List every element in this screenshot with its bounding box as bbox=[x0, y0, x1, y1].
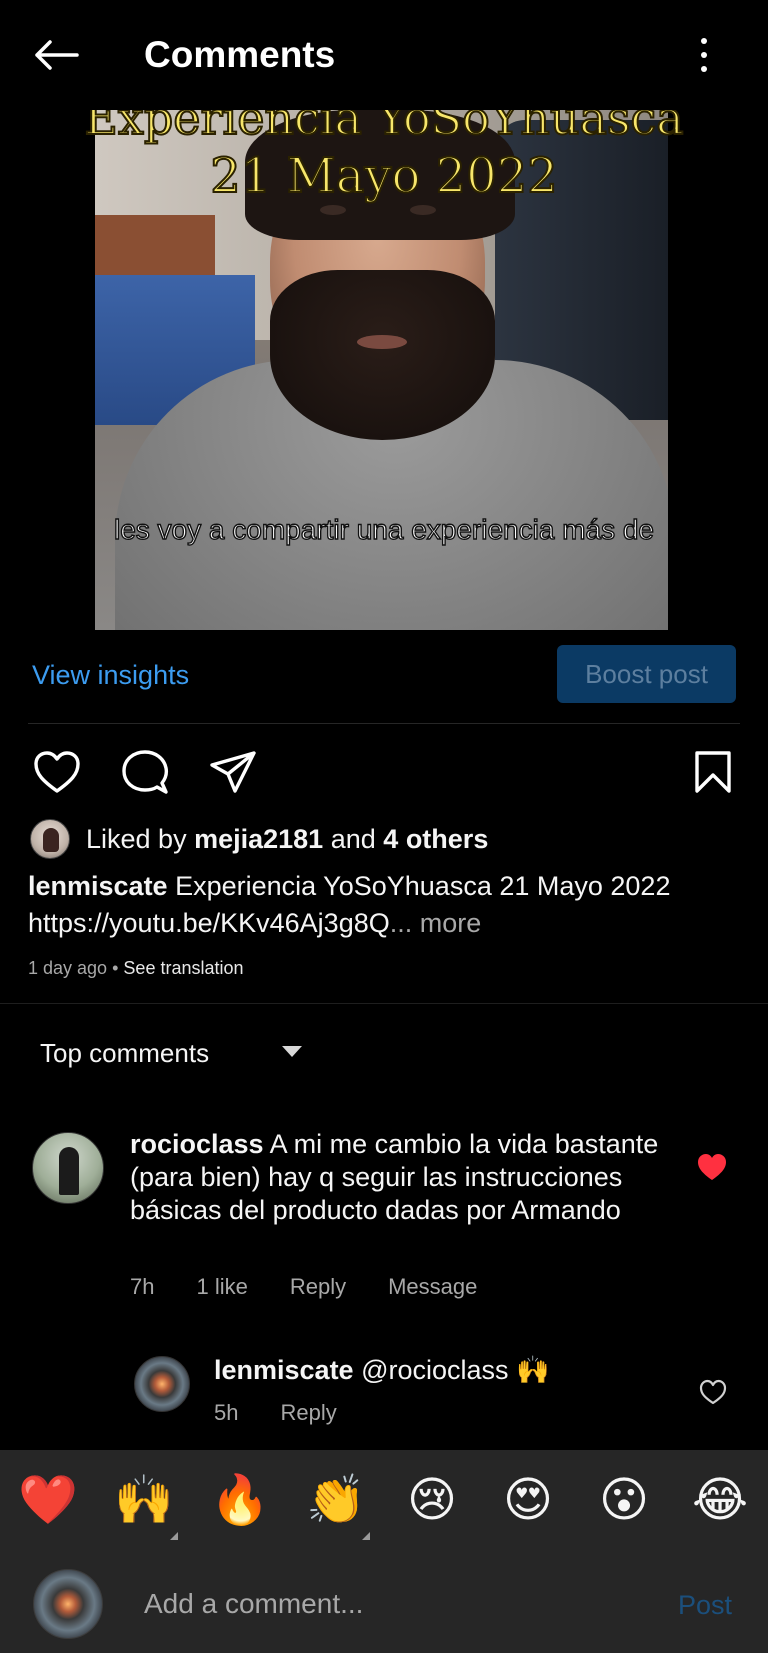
emoji-tears-of-joy[interactable]: 😂 bbox=[685, 1468, 755, 1534]
reply-text: lenmiscate @rocioclass 🙌 bbox=[214, 1352, 684, 1388]
reply-content: @rocioclass 🙌 bbox=[361, 1355, 550, 1385]
comment-meta: 7h 1 like Reply Message bbox=[130, 1272, 519, 1302]
emoji-heart-eyes[interactable]: 😍 bbox=[493, 1468, 563, 1534]
reply-time: 5h bbox=[214, 1400, 239, 1425]
comment-bubble-icon[interactable] bbox=[118, 745, 172, 799]
comment-time: 7h bbox=[130, 1274, 155, 1299]
page-title: Comments bbox=[144, 34, 336, 75]
add-comment-input[interactable] bbox=[144, 1581, 614, 1627]
liked-by-and: and bbox=[330, 823, 376, 854]
emoji-surprised-face[interactable]: 😮 bbox=[589, 1468, 659, 1534]
comment-sort-dropdown[interactable]: Top comments bbox=[40, 1036, 209, 1070]
comment-username[interactable]: rocioclass bbox=[130, 1129, 264, 1159]
caption-more-link[interactable]: more bbox=[420, 908, 482, 938]
caret-down-icon[interactable] bbox=[282, 1046, 302, 1057]
comment-like-count[interactable]: 1 like bbox=[196, 1272, 247, 1302]
post-timestamp: 1 day ago bbox=[28, 958, 108, 978]
like-heart-icon[interactable] bbox=[30, 745, 84, 799]
emoji-raising-hands[interactable]: 🙌 bbox=[109, 1468, 179, 1534]
liked-by-others[interactable]: 4 others bbox=[383, 824, 488, 854]
caption-ellipsis: ... bbox=[389, 908, 413, 938]
boost-post-button[interactable]: Boost post bbox=[557, 645, 736, 703]
back-arrow-icon[interactable] bbox=[28, 30, 84, 80]
post-comment-button[interactable]: Post bbox=[678, 1585, 732, 1625]
caption-username[interactable]: lenmiscate bbox=[28, 871, 168, 901]
emoji-fire[interactable]: 🔥 bbox=[205, 1468, 275, 1534]
header-bar: Comments bbox=[0, 0, 768, 110]
comment-message-button[interactable]: Message bbox=[388, 1272, 477, 1302]
video-subtitle: les voy a compartir una experiencia más … bbox=[113, 513, 655, 545]
video-overlay-date: 21 Mayo 2022 bbox=[209, 147, 559, 205]
emoji-crying-face[interactable]: 😢 bbox=[397, 1468, 467, 1534]
comment-text: rocioclass A mi me cambio la vida bastan… bbox=[130, 1128, 670, 1227]
post-meta: 1 day ago • See translation bbox=[28, 955, 244, 981]
skin-tone-indicator-icon bbox=[362, 1532, 370, 1540]
likes-summary[interactable]: Liked by mejia2181 and 4 others bbox=[30, 818, 488, 860]
comment-reply-button[interactable]: Reply bbox=[290, 1272, 346, 1302]
video-overlay-title: Experiencia YoSoYhuasca bbox=[83, 110, 684, 146]
reply-username[interactable]: lenmiscate bbox=[214, 1355, 354, 1385]
more-options-icon[interactable] bbox=[686, 30, 722, 80]
reaction-emoji-bar: ❤️ 🙌 🔥 👏 😢 😍 😮 😂 bbox=[0, 1450, 768, 1555]
liked-by-prefix: Liked by bbox=[86, 823, 187, 854]
commenter-avatar[interactable] bbox=[32, 1132, 104, 1204]
post-caption: lenmiscate Experiencia YoSoYhuasca 21 Ma… bbox=[28, 868, 740, 942]
comment-liked-heart-icon[interactable] bbox=[696, 1152, 728, 1182]
current-user-avatar bbox=[33, 1569, 103, 1639]
liker-avatar bbox=[30, 819, 70, 859]
view-insights-link[interactable]: View insights bbox=[32, 657, 189, 693]
emoji-red-heart[interactable]: ❤️ bbox=[13, 1468, 83, 1534]
reply-author-avatar[interactable] bbox=[134, 1356, 190, 1412]
caption-text: Experiencia YoSoYhuasca 21 Mayo 2022 bbox=[175, 871, 671, 901]
emoji-clapping-hands[interactable]: 👏 bbox=[301, 1468, 371, 1534]
bookmark-save-icon[interactable] bbox=[686, 745, 740, 799]
skin-tone-indicator-icon bbox=[170, 1532, 178, 1540]
meta-separator: • bbox=[112, 958, 119, 978]
see-translation-link[interactable]: See translation bbox=[123, 958, 243, 978]
post-video[interactable]: Experiencia YoSoYhuasca 21 Mayo 2022 les… bbox=[0, 110, 768, 630]
reply-like-heart-icon[interactable] bbox=[698, 1378, 728, 1406]
liker-username[interactable]: mejia2181 bbox=[194, 824, 323, 854]
reply-meta: 5h Reply bbox=[214, 1398, 379, 1428]
comment-composer: Post bbox=[0, 1555, 768, 1653]
caption-link[interactable]: https://youtu.be/KKv46Aj3g8Q bbox=[28, 908, 390, 938]
share-send-icon[interactable] bbox=[206, 745, 260, 799]
reply-reply-button[interactable]: Reply bbox=[280, 1398, 336, 1428]
divider bbox=[0, 1003, 768, 1004]
divider bbox=[28, 723, 740, 724]
